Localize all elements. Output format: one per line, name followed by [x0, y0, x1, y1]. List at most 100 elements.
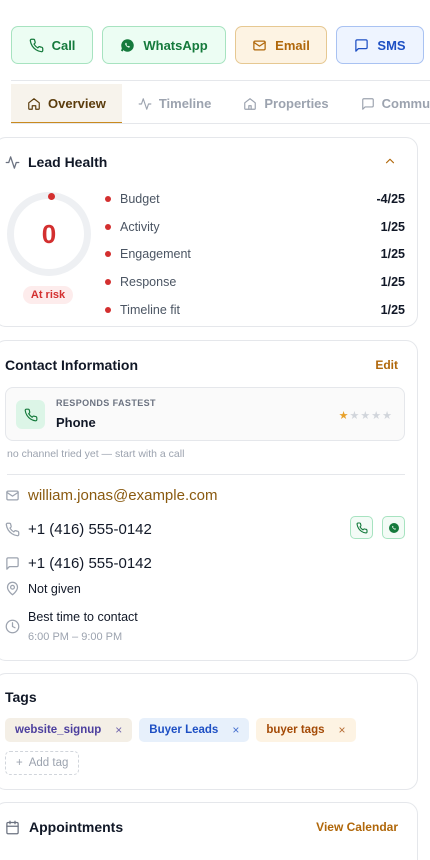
star-icon: ★ — [371, 410, 382, 422]
best-time-label: Best time to contact — [28, 610, 138, 624]
tags-card: Tags website_signup × Buyer Leads × buyer … — [0, 673, 418, 790]
phone-icon — [356, 521, 368, 533]
tab-properties[interactable]: Properties — [227, 84, 344, 123]
clock-icon — [5, 619, 20, 634]
lead-health-card: Lead Health 0 At risk Budget -4/25 Activi… — [0, 137, 418, 327]
divider — [7, 474, 405, 475]
tag-label: Buyer Leads — [149, 724, 219, 736]
metric-score: 1/25 — [380, 275, 405, 290]
phone-icon — [16, 400, 45, 429]
fastest-channel: Phone — [56, 415, 96, 430]
tab-label: Overview — [48, 96, 106, 111]
channel-hint: no channel tried yet — start with a call — [7, 448, 185, 460]
appointments-title: Appointments — [29, 819, 124, 835]
quick-actions: Call WhatsApp Email SMS — [11, 26, 424, 64]
metric-score: -4/25 — [376, 191, 406, 206]
metric-score: 1/25 — [380, 247, 405, 262]
lead-health-header: Lead Health — [5, 154, 107, 170]
chat-icon — [361, 97, 374, 110]
metric-dot — [105, 195, 111, 202]
phone-icon — [29, 38, 43, 52]
responds-fastest-box: RESPONDS FASTEST Phone ★ ★ ★ ★ ★ — [5, 387, 405, 441]
health-metrics: Budget -4/25 Activity 1/25 Engagement 1/25 … — [105, 185, 405, 324]
building-icon — [244, 97, 257, 110]
plus-icon: + — [16, 757, 23, 769]
phone-icon — [5, 522, 20, 537]
star-icon: ★ — [338, 410, 349, 422]
add-tag-label: Add tag — [28, 757, 69, 769]
pulse-icon — [5, 155, 20, 169]
tab-overview[interactable]: Overview — [11, 84, 122, 123]
star-icon: ★ — [349, 410, 360, 422]
metric-score: 1/25 — [380, 303, 405, 318]
metric-name: Timeline fit — [120, 303, 180, 318]
call-button[interactable]: Call — [11, 26, 93, 64]
location-pin-icon — [6, 581, 19, 596]
remove-tag-icon[interactable]: × — [115, 723, 122, 737]
tabs-divider — [11, 80, 430, 81]
tag-label: buyer tags — [266, 724, 325, 736]
metric-row: Timeline fit 1/25 — [105, 296, 405, 324]
email-link[interactable]: william.jonas@example.com — [28, 487, 217, 504]
best-time-value: 6:00 PM – 9:00 PM — [28, 631, 123, 643]
tab-communications[interactable]: Commu — [345, 84, 430, 123]
metric-row: Activity 1/25 — [105, 213, 405, 241]
tag-chip[interactable]: Buyer Leads × — [139, 718, 250, 742]
whatsapp-mini-button[interactable] — [382, 516, 405, 539]
tab-label: Properties — [264, 96, 329, 111]
metric-dot — [105, 251, 111, 258]
tag-chip[interactable]: website_signup × — [5, 718, 133, 742]
tag-chip[interactable]: buyer tags × — [256, 718, 356, 742]
phone-row: +1 (416) 555-0142 — [5, 521, 152, 538]
message-icon — [6, 557, 19, 570]
whatsapp-button[interactable]: WhatsApp — [102, 26, 226, 64]
chevron-up-icon[interactable] — [383, 154, 397, 168]
metric-row: Response 1/25 — [105, 268, 405, 296]
metric-name: Engagement — [120, 247, 191, 262]
responds-fastest-label: RESPONDS FASTEST — [56, 398, 156, 408]
best-time-label-row: Best time to contact — [28, 610, 138, 624]
metric-row: Engagement 1/25 — [105, 241, 405, 269]
call-label: Call — [51, 37, 76, 53]
metric-dot — [105, 279, 111, 286]
tab-timeline[interactable]: Timeline — [122, 84, 228, 123]
view-calendar-link[interactable]: View Calendar — [316, 820, 398, 834]
sms-row: +1 (416) 555-0142 — [5, 555, 152, 572]
best-time-row — [5, 619, 20, 634]
metric-dot — [105, 223, 111, 230]
tab-label: Commu — [381, 96, 430, 111]
star-icon: ★ — [360, 410, 371, 422]
call-mini-button[interactable] — [350, 516, 373, 539]
contact-info-card: Contact Information Edit RESPONDS FASTES… — [0, 340, 418, 661]
whatsapp-label: WhatsApp — [143, 37, 208, 53]
phone-number[interactable]: +1 (416) 555-0142 — [28, 521, 152, 538]
mail-icon — [253, 40, 266, 50]
metric-name: Response — [120, 275, 177, 290]
tags-title: Tags — [5, 689, 37, 705]
contact-info-title: Contact Information — [5, 357, 138, 373]
sms-label: SMS — [377, 37, 406, 53]
home-icon — [28, 97, 40, 110]
metric-name: Activity — [120, 219, 160, 234]
email-button[interactable]: Email — [235, 26, 327, 64]
metric-name: Budget — [120, 191, 160, 206]
remove-tag-icon[interactable]: × — [232, 723, 239, 737]
metric-score: 1/25 — [380, 219, 405, 234]
message-icon — [355, 38, 369, 52]
sms-button[interactable]: SMS — [336, 26, 424, 64]
address-row: Not given — [5, 581, 81, 596]
add-tag-button[interactable]: + Add tag — [5, 751, 80, 775]
address-value: Not given — [28, 581, 81, 596]
calendar-icon — [6, 820, 19, 834]
remove-tag-icon[interactable]: × — [339, 723, 346, 737]
star-rating: ★ ★ ★ ★ ★ — [339, 409, 392, 422]
metric-dot — [105, 307, 111, 314]
email-row: william.jonas@example.com — [5, 487, 217, 504]
appointments-card: Appointments View Calendar — [0, 802, 418, 860]
metric-row: Budget -4/25 — [105, 185, 405, 213]
sms-number[interactable]: +1 (416) 555-0142 — [28, 555, 152, 572]
edit-button[interactable]: Edit — [375, 358, 398, 372]
whatsapp-icon — [388, 522, 399, 533]
tag-label: website_signup — [15, 724, 102, 736]
status-badge: At risk — [23, 286, 73, 304]
